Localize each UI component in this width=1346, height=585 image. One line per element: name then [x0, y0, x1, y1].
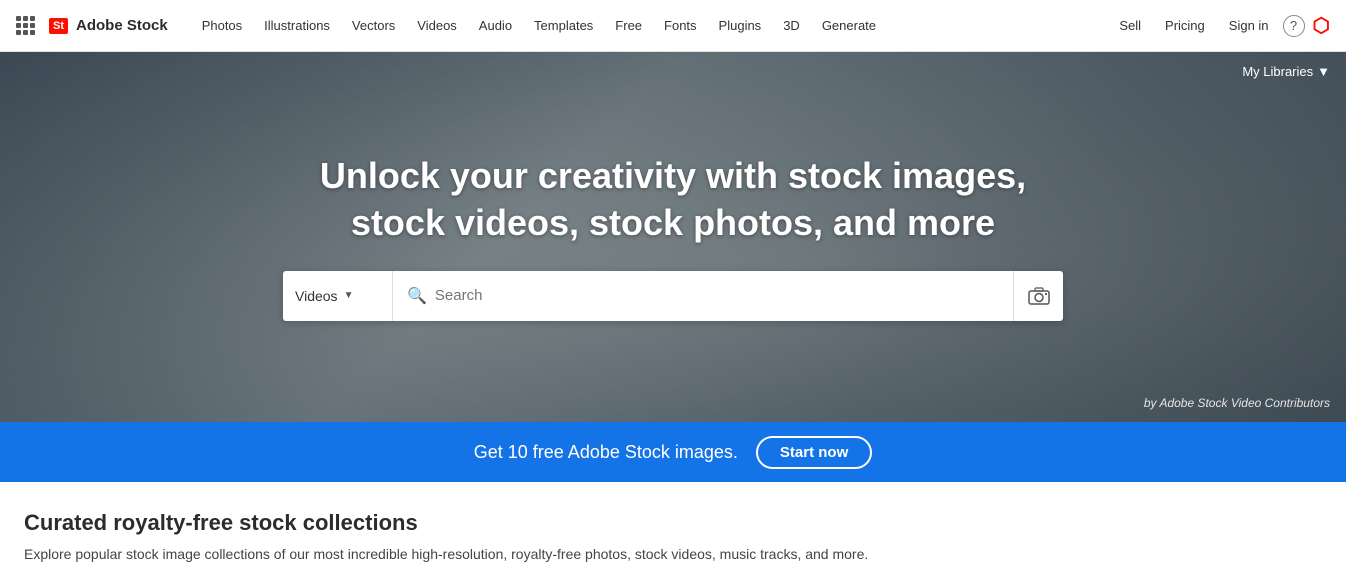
visual-search-button[interactable] — [1013, 271, 1063, 321]
nav-audio[interactable]: Audio — [469, 12, 522, 39]
nav-3d[interactable]: 3D — [773, 12, 810, 39]
nav-free[interactable]: Free — [605, 12, 652, 39]
my-libraries-button[interactable]: My Libraries ▼ — [1242, 64, 1330, 79]
search-icon: 🔍 — [407, 286, 427, 306]
apps-grid-icon[interactable] — [16, 16, 35, 35]
nav-photos[interactable]: Photos — [192, 12, 252, 39]
nav-links: Photos Illustrations Vectors Videos Audi… — [192, 12, 886, 39]
nav-illustrations[interactable]: Illustrations — [254, 12, 340, 39]
logo-badge: St — [49, 18, 68, 34]
search-input[interactable] — [435, 287, 999, 304]
chevron-down-icon: ▼ — [1317, 64, 1330, 79]
search-input-area: 🔍 — [393, 286, 1013, 306]
nav-signin[interactable]: Sign in — [1219, 12, 1279, 39]
navbar: St Adobe Stock Photos Illustrations Vect… — [0, 0, 1346, 52]
adobe-logo-icon[interactable]: ⬡ — [1313, 13, 1330, 38]
curated-section: Curated royalty-free stock collections E… — [0, 482, 1346, 585]
hero-section: My Libraries ▼ Unlock your creativity wi… — [0, 52, 1346, 422]
nav-right: Sell Pricing Sign in ? ⬡ — [1109, 12, 1330, 39]
hero-title: Unlock your creativity with stock images… — [320, 153, 1026, 247]
start-now-button[interactable]: Start now — [756, 436, 872, 469]
logo-text[interactable]: Adobe Stock — [76, 17, 168, 34]
nav-templates[interactable]: Templates — [524, 12, 603, 39]
nav-videos[interactable]: Videos — [407, 12, 467, 39]
search-category-dropdown[interactable]: Videos ▼ — [283, 271, 393, 321]
nav-vectors[interactable]: Vectors — [342, 12, 405, 39]
curated-title: Curated royalty-free stock collections — [24, 510, 1322, 536]
promo-text: Get 10 free Adobe Stock images. — [474, 442, 738, 463]
search-bar: Videos ▼ 🔍 — [283, 271, 1063, 321]
search-category-label: Videos — [295, 288, 338, 304]
hero-attribution: by Adobe Stock Video Contributors — [1144, 396, 1330, 410]
nav-generate[interactable]: Generate — [812, 12, 886, 39]
help-icon[interactable]: ? — [1283, 15, 1305, 37]
promo-banner: Get 10 free Adobe Stock images. Start no… — [0, 422, 1346, 482]
nav-sell[interactable]: Sell — [1109, 12, 1151, 39]
curated-description: Explore popular stock image collections … — [24, 544, 1322, 565]
dropdown-chevron-icon: ▼ — [344, 290, 354, 301]
hero-content: Unlock your creativity with stock images… — [283, 153, 1063, 321]
nav-plugins[interactable]: Plugins — [709, 12, 772, 39]
nav-pricing[interactable]: Pricing — [1155, 12, 1215, 39]
nav-left: St Adobe Stock Photos Illustrations Vect… — [16, 12, 886, 39]
nav-fonts[interactable]: Fonts — [654, 12, 707, 39]
